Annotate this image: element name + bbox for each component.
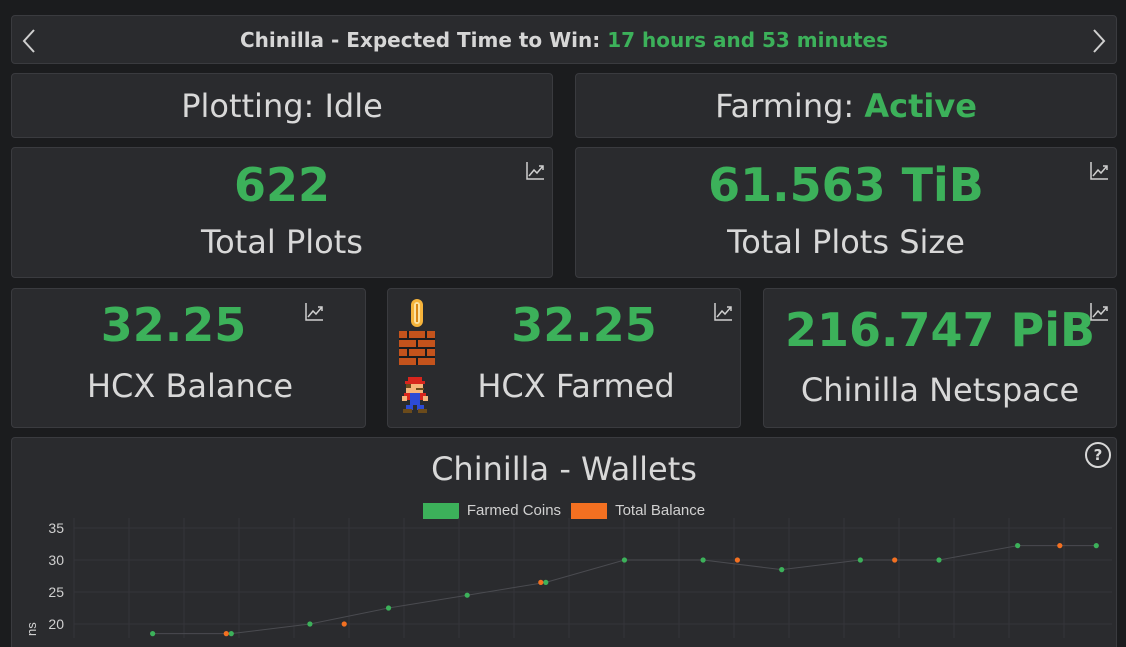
plotting-label: Plotting:	[181, 86, 325, 125]
hcx-balance-value: 32.25	[100, 298, 247, 352]
plotting-value: Idle	[324, 86, 383, 125]
total-plots-size-card[interactable]: 61.563 TiB Total Plots Size	[575, 147, 1117, 278]
farming-value: Active	[864, 86, 977, 125]
data-point-farmed-coins	[464, 592, 470, 598]
data-point-farmed-coins	[621, 557, 628, 563]
data-point-farmed-coins	[1093, 543, 1099, 549]
data-point-farmed-coins	[307, 621, 313, 627]
hcx-farmed-card[interactable]: 32.25 HCX Farmed	[387, 288, 741, 428]
plotting-status-card: Plotting: Idle	[11, 73, 553, 138]
data-point-farmed-coins	[779, 567, 785, 573]
farming-status: Farming: Active	[576, 74, 1116, 137]
total-plots-card[interactable]: 622 Total Plots	[11, 147, 553, 278]
y-tick-label: 25	[48, 584, 64, 600]
expected-time-value: 17 hours and 53 minutes	[607, 28, 888, 52]
y-tick-label: 30	[48, 552, 64, 568]
netspace-value: 216.747 PiB	[784, 303, 1096, 357]
netspace-label: Chinilla Netspace	[800, 371, 1080, 409]
total-plots-value: 622	[233, 158, 331, 212]
header-bar: Chinilla - Expected Time to Win: 17 hour…	[11, 15, 1117, 64]
data-point-farmed-coins	[857, 557, 863, 563]
data-point-farmed-coins	[228, 631, 234, 637]
header-title: Chinilla - Expected Time to Win: 17 hour…	[52, 16, 1076, 64]
hcx-balance-label: HCX Balance	[86, 367, 294, 405]
data-point-farmed-coins	[700, 557, 706, 563]
farming-status-card: Farming: Active	[575, 73, 1117, 138]
farming-label: Farming:	[715, 86, 865, 125]
y-axis-label: ns	[24, 622, 39, 636]
trend-chart-icon[interactable]	[524, 160, 546, 182]
previous-arrow-icon[interactable]	[16, 28, 42, 54]
hcx-farmed-label: HCX Farmed	[477, 367, 675, 405]
total-plots-size-value: 61.563 TiB	[708, 158, 984, 212]
netspace-card[interactable]: 216.747 PiB Chinilla Netspace	[763, 288, 1117, 428]
data-point-farmed-coins	[150, 631, 156, 637]
wallets-chart-panel: Chinilla - Wallets ? Farmed Coins Total …	[11, 437, 1117, 647]
total-plots-size-label: Total Plots Size	[727, 223, 965, 261]
data-point-total-balance	[1057, 543, 1063, 549]
trend-chart-icon[interactable]	[303, 301, 325, 323]
data-point-farmed-coins	[1015, 543, 1021, 549]
next-arrow-icon[interactable]	[1086, 28, 1112, 54]
hcx-balance-card[interactable]: 32.25 HCX Balance	[11, 288, 366, 428]
data-point-farmed-coins	[385, 605, 392, 611]
trend-chart-icon[interactable]	[712, 301, 734, 323]
data-point-total-balance	[734, 557, 741, 563]
plotting-status: Plotting: Idle	[12, 74, 552, 137]
header-title-prefix: Chinilla - Expected Time to Win:	[239, 28, 608, 52]
data-point-farmed-coins	[543, 579, 549, 585]
data-point-total-balance	[223, 631, 229, 637]
trend-chart-icon[interactable]	[1088, 160, 1110, 182]
wallet-scatter-plot: 35 30 25 20 ns	[24, 518, 1112, 638]
total-plots-label: Total Plots	[201, 223, 363, 261]
data-point-farmed-coins	[936, 557, 942, 563]
data-point-total-balance	[538, 579, 544, 585]
y-tick-label: 20	[48, 616, 64, 632]
data-point-total-balance	[892, 557, 898, 563]
hcx-farmed-value: 32.25	[511, 298, 657, 352]
data-point-total-balance	[341, 621, 347, 627]
trend-chart-icon[interactable]	[1088, 301, 1110, 323]
y-tick-label: 35	[48, 520, 64, 536]
